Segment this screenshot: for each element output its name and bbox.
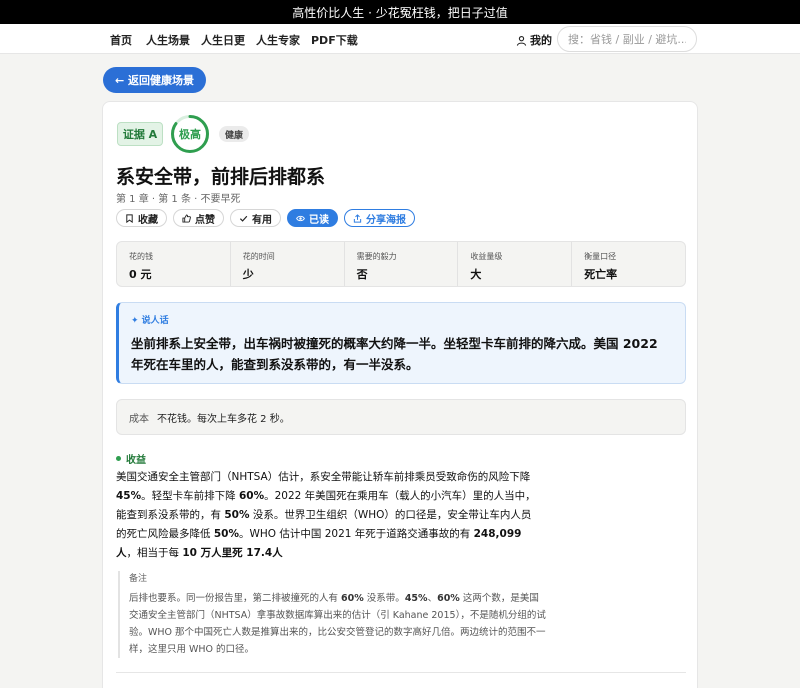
- stat-cost-time: 花的时间 少: [229, 242, 344, 286]
- collect-button[interactable]: 收藏: [116, 209, 167, 227]
- note-highlight: 60%: [341, 593, 364, 604]
- user-icon: [516, 35, 527, 46]
- evidence-badge: 证据 A: [117, 122, 163, 146]
- nav-item-scenes[interactable]: 人生场景: [146, 32, 190, 48]
- benefit-heading: 收益: [116, 451, 146, 466]
- read-button[interactable]: 已读: [287, 209, 338, 227]
- stat-cost-money: 花的钱 0 元: [117, 242, 230, 286]
- stat-label: 衡量口径: [584, 252, 617, 261]
- cost-text: 不花钱。每次上车多花 2 秒。: [157, 413, 290, 425]
- share-poster-button[interactable]: 分享海报: [344, 209, 415, 227]
- like-label: 点赞: [195, 214, 215, 226]
- stat-value: 0 元: [129, 268, 152, 281]
- collect-label: 收藏: [138, 214, 158, 226]
- cost-label: 成本: [129, 413, 149, 425]
- benefit-text-part: 。WHO 估计中国 2021 年死于道路交通事故的有: [238, 528, 474, 540]
- benefit-text-part: 。轻型卡车前排下降: [141, 490, 239, 502]
- plain-talk-text: 坐前排系上安全带，出车祸时被撞死的概率大约降一半。坐轻型卡车前排的降六成。美国 …: [131, 336, 658, 372]
- section-divider: [116, 672, 686, 673]
- profile-link[interactable]: 我的: [516, 32, 552, 48]
- stat-value: 死亡率: [584, 268, 618, 281]
- useful-button[interactable]: 有用: [230, 209, 281, 227]
- stats-panel: 花的钱 0 元 花的时间 少 需要的毅力 否 收益量级 大 衡量口径 死亡率: [116, 241, 686, 287]
- stat-value: 否: [356, 268, 368, 281]
- stat-benefit-scale: 收益量级 大: [457, 242, 571, 286]
- note-text-part: 后排也要系。同一份报告里，第二排被撞死的人有: [129, 593, 342, 604]
- note-text-part: 、: [427, 593, 438, 604]
- plain-talk-box: ✦ 说人话 坐前排系上安全带，出车祸时被撞死的概率大约降一半。坐轻型卡车前排的降…: [116, 302, 686, 384]
- action-bar: 收藏 点赞 有用 已读 分享海报: [116, 209, 415, 227]
- note-text: 后排也要系。同一份报告里，第二排被撞死的人有 60% 没系带。45%、60% 这…: [129, 590, 548, 658]
- like-button[interactable]: 点赞: [173, 209, 224, 227]
- bookmark-icon: [126, 213, 133, 223]
- note-block: 备注 后排也要系。同一份报告里，第二排被撞死的人有 60% 没系带。45%、60…: [118, 571, 548, 658]
- benefit-heading-label: 收益: [126, 455, 146, 466]
- back-to-health-button[interactable]: ← 返回健康场景: [103, 67, 207, 93]
- note-highlight: 45%: [404, 593, 428, 604]
- top-banner-text: 高性价比人生 · 少花冤枉钱，把日子过值: [292, 5, 508, 20]
- stat-label: 花的时间: [242, 252, 275, 261]
- nav-item-daily[interactable]: 人生日更: [201, 32, 245, 48]
- benefit-highlight: 10 万人里死 17.4人: [182, 547, 283, 559]
- stat-willpower: 需要的毅力 否: [343, 242, 458, 286]
- nav-item-home[interactable]: 首页: [110, 32, 132, 48]
- plain-talk-heading: ✦ 说人话: [131, 316, 169, 326]
- share-icon: [353, 213, 362, 223]
- eye-icon: [296, 215, 305, 221]
- search-input[interactable]: [557, 26, 697, 52]
- benefit-text-part: 美国交通安全主管部门（NHTSA）估计，系安全带能让轿车前排乘员受致命伤的风险下…: [116, 471, 531, 483]
- rating-label: 极高: [179, 128, 201, 141]
- useful-label: 有用: [252, 214, 272, 226]
- check-icon: [239, 215, 248, 222]
- note-highlight: 60%: [437, 593, 460, 604]
- cost-box: 成本 不花钱。每次上车多花 2 秒。: [116, 399, 686, 435]
- benefit-highlight: 45%: [116, 490, 142, 502]
- benefit-highlight: 50%: [213, 528, 239, 540]
- benefit-highlight: 50%: [224, 509, 250, 521]
- stat-label: 花的钱: [129, 252, 153, 261]
- category-tag: 健康: [219, 126, 250, 142]
- stat-metric: 衡量口径 死亡率: [571, 242, 685, 286]
- note-text-part: 没系带。: [363, 593, 405, 604]
- profile-label: 我的: [530, 34, 552, 47]
- share-label: 分享海报: [366, 214, 406, 226]
- stat-label: 需要的毅力: [356, 252, 397, 261]
- page-title: 系安全带，前排后排都系: [116, 166, 326, 188]
- benefit-text-part: ，相当于每: [126, 547, 183, 559]
- main-nav: 首页 人生场景 人生日更 人生专家 PDF下载 我的: [0, 24, 800, 54]
- nav-item-experts[interactable]: 人生专家: [256, 32, 300, 48]
- top-banner: 高性价比人生 · 少花冤枉钱，把日子过值: [0, 0, 800, 24]
- benefit-highlight: 60%: [238, 490, 265, 502]
- stat-label: 收益量级: [470, 252, 503, 261]
- stat-value: 少: [242, 268, 254, 281]
- stat-value: 大: [470, 268, 482, 281]
- tip-card: 证据 A 极高 健康 系安全带，前排后排都系 第 1 章 · 第 1 条 · 不…: [102, 101, 698, 688]
- nav-item-pdf[interactable]: PDF下载: [311, 32, 358, 48]
- benefit-text: 美国交通安全主管部门（NHTSA）估计，系安全带能让轿车前排乘员受致命伤的风险下…: [116, 468, 536, 563]
- thumbs-up-icon: [182, 213, 191, 223]
- breadcrumb: 第 1 章 · 第 1 条 · 不要早死: [116, 194, 241, 205]
- green-dot-icon: [116, 456, 121, 461]
- note-label: 备注: [129, 574, 148, 584]
- read-label: 已读: [309, 214, 329, 226]
